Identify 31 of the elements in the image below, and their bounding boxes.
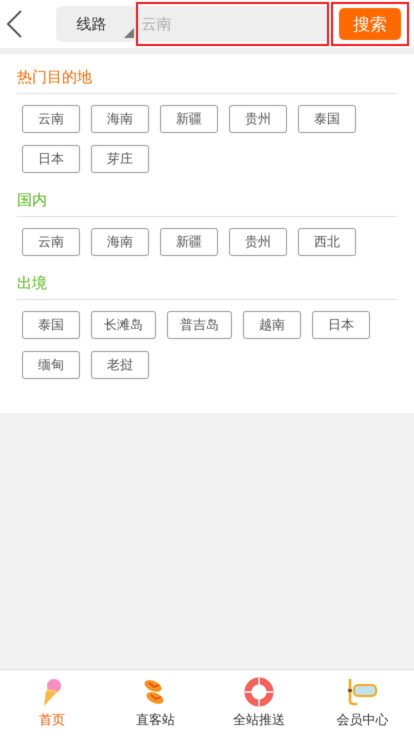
tab-item[interactable]: 直客站 xyxy=(104,670,207,736)
category-select[interactable]: 线路 xyxy=(56,6,136,42)
destination-tag[interactable]: 泰国 xyxy=(298,105,356,133)
destination-tag[interactable]: 泰国 xyxy=(22,311,80,339)
tab-item[interactable]: 会员中心 xyxy=(310,670,414,736)
destination-tag[interactable]: 日本 xyxy=(22,145,80,173)
section-title: 热门目的地 xyxy=(17,64,397,94)
destination-tag[interactable]: 普吉岛 xyxy=(167,311,232,339)
destination-tag[interactable]: 贵州 xyxy=(229,105,287,133)
destination-tag[interactable]: 老挝 xyxy=(91,351,149,379)
search-field[interactable]: 云南 xyxy=(138,6,328,42)
section-title: 出境 xyxy=(17,270,397,300)
destination-tag[interactable]: 新疆 xyxy=(160,105,218,133)
destination-tag[interactable]: 缅甸 xyxy=(22,351,80,379)
destination-tag[interactable]: 海南 xyxy=(91,228,149,256)
destination-tag[interactable]: 贵州 xyxy=(229,228,287,256)
destination-tag[interactable]: 新疆 xyxy=(160,228,218,256)
section-title: 国内 xyxy=(17,187,397,217)
back-icon[interactable] xyxy=(5,9,23,39)
destination-tag[interactable]: 云南 xyxy=(22,228,80,256)
destination-tag[interactable]: 芽庄 xyxy=(91,145,149,173)
tab-item[interactable]: 全站推送 xyxy=(207,670,310,736)
destination-tag[interactable]: 海南 xyxy=(91,105,149,133)
snorkel-mask-icon xyxy=(345,677,380,707)
destination-tag[interactable]: 越南 xyxy=(243,311,301,339)
destination-tag[interactable]: 西北 xyxy=(298,228,356,256)
destination-tag[interactable]: 日本 xyxy=(312,311,370,339)
destination-tag[interactable]: 长滩岛 xyxy=(91,311,156,339)
lifebuoy-icon xyxy=(244,677,274,707)
dropdown-triangle-icon xyxy=(124,28,134,38)
destination-tag[interactable]: 云南 xyxy=(22,105,80,133)
